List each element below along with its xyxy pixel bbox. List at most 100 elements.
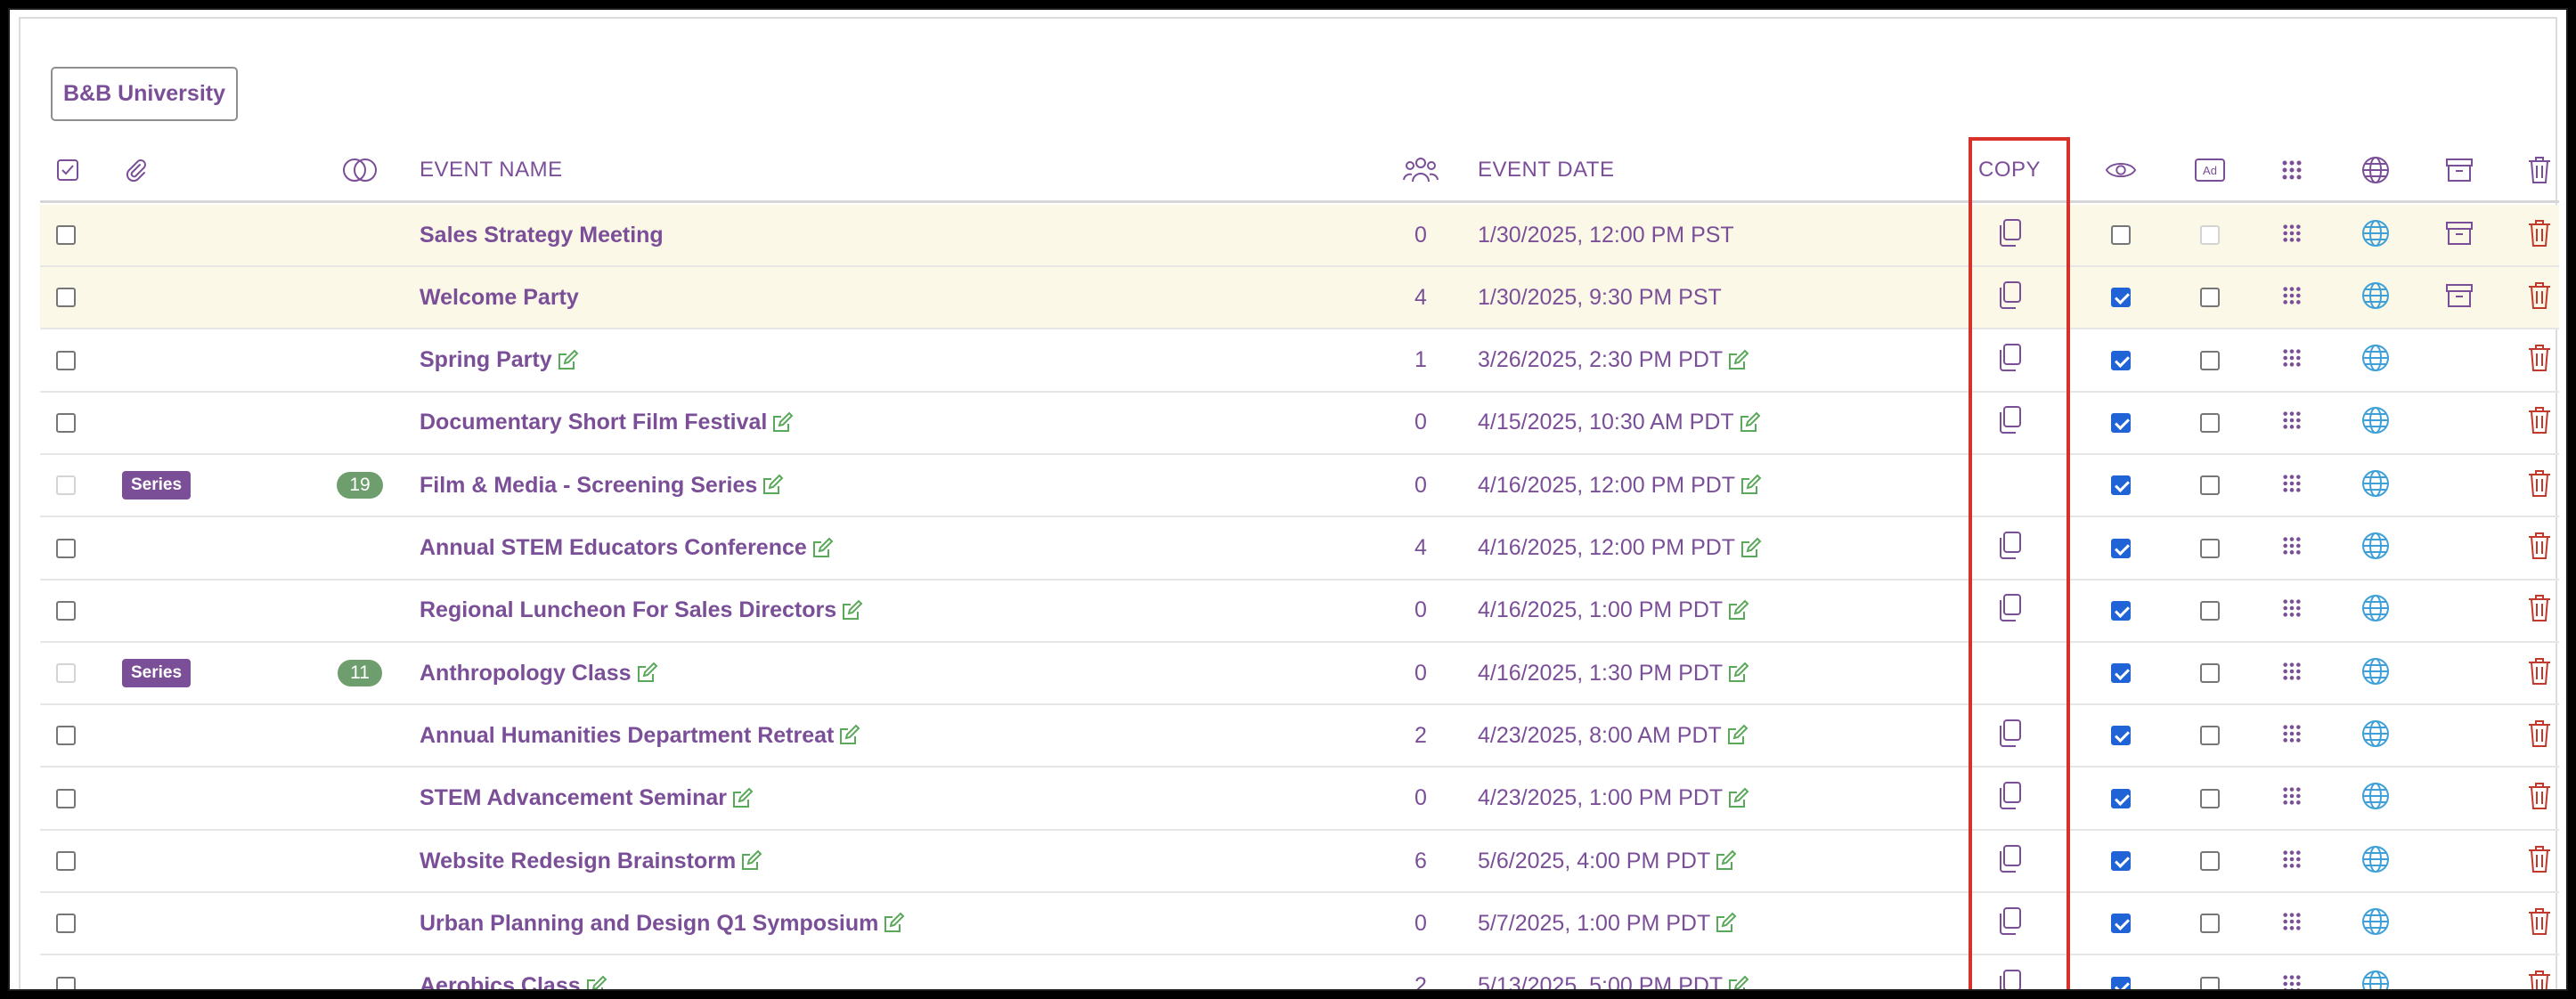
- row-select-checkbox[interactable]: [56, 412, 76, 433]
- ad-checkbox[interactable]: [2200, 538, 2220, 558]
- attendee-count[interactable]: 0: [1414, 410, 1427, 435]
- archive-icon[interactable]: [2445, 221, 2474, 250]
- globe-icon[interactable]: [2361, 219, 2390, 252]
- row-select-checkbox[interactable]: [56, 350, 76, 370]
- edit-icon[interactable]: [736, 849, 762, 873]
- globe-icon[interactable]: [2361, 719, 2390, 752]
- attendee-count[interactable]: 4: [1414, 285, 1427, 311]
- trash-icon[interactable]: [2527, 657, 2552, 690]
- globe-icon[interactable]: [2361, 532, 2390, 564]
- select-all-icon[interactable]: [56, 139, 79, 200]
- visible-checkbox[interactable]: [2111, 350, 2131, 370]
- globe-icon[interactable]: [2361, 406, 2390, 439]
- series-count-pill[interactable]: 11: [338, 660, 382, 687]
- globe-icon[interactable]: [2361, 594, 2390, 627]
- copy-icon[interactable]: [1996, 218, 2023, 253]
- row-select-checkbox[interactable]: [56, 726, 76, 746]
- edit-icon[interactable]: [1710, 912, 1737, 935]
- event-name-link[interactable]: Annual Humanities Department Retreat: [420, 723, 834, 749]
- copy-icon[interactable]: [1996, 343, 2023, 378]
- event-name-link[interactable]: Anthropology Class: [420, 661, 632, 686]
- edit-icon[interactable]: [581, 975, 607, 989]
- event-name-link[interactable]: Sales Strategy Meeting: [420, 223, 664, 248]
- ad-checkbox[interactable]: [2200, 288, 2220, 308]
- grid-dots-icon[interactable]: [2282, 974, 2302, 989]
- edit-icon[interactable]: [878, 912, 905, 935]
- row-select-checkbox[interactable]: [56, 851, 76, 871]
- globe-icon[interactable]: [2361, 845, 2390, 878]
- trash-icon[interactable]: [2527, 907, 2552, 940]
- event-date-header[interactable]: EVENT DATE: [1478, 139, 1614, 200]
- event-name-link[interactable]: Annual STEM Educators Conference: [420, 535, 807, 561]
- copy-icon[interactable]: [1996, 781, 2023, 816]
- trash-icon[interactable]: [2527, 532, 2552, 564]
- visible-checkbox[interactable]: [2111, 663, 2131, 684]
- edit-icon[interactable]: [1723, 662, 1749, 685]
- attendee-count[interactable]: 0: [1414, 785, 1427, 811]
- grid-dots-icon[interactable]: [2282, 598, 2302, 622]
- row-select-checkbox[interactable]: [56, 788, 76, 808]
- edit-icon[interactable]: [1710, 849, 1737, 873]
- edit-icon[interactable]: [1735, 474, 1762, 497]
- row-select-checkbox[interactable]: [56, 976, 76, 989]
- attendee-count[interactable]: 0: [1414, 597, 1427, 623]
- globe-icon[interactable]: [2361, 907, 2390, 940]
- copy-icon[interactable]: [1996, 844, 2023, 879]
- trash-icon[interactable]: [2527, 344, 2552, 377]
- ad-checkbox[interactable]: [2200, 475, 2220, 496]
- edit-icon[interactable]: [836, 599, 863, 622]
- grid-dots-icon[interactable]: [2282, 348, 2302, 372]
- trash-icon[interactable]: [2527, 219, 2552, 252]
- ad-checkbox[interactable]: [2200, 600, 2220, 621]
- row-select-checkbox[interactable]: [56, 225, 76, 245]
- series-count-pill[interactable]: 19: [337, 472, 383, 500]
- ad-checkbox[interactable]: [2200, 851, 2220, 871]
- attendee-count[interactable]: 1: [1414, 347, 1427, 373]
- visible-checkbox[interactable]: [2111, 914, 2131, 934]
- grid-dots-icon[interactable]: [2282, 536, 2302, 560]
- attendee-count[interactable]: 4: [1414, 535, 1427, 561]
- trash-icon[interactable]: [2527, 281, 2552, 314]
- row-select-checkbox[interactable]: [56, 600, 76, 621]
- visible-checkbox[interactable]: [2111, 726, 2131, 746]
- edit-icon[interactable]: [757, 474, 784, 497]
- event-name-link[interactable]: Aerobics Class: [420, 973, 581, 989]
- row-select-checkbox[interactable]: [56, 288, 76, 308]
- globe-icon[interactable]: [2361, 970, 2390, 989]
- grid-dots-icon[interactable]: [2282, 786, 2302, 810]
- grid-dots-icon[interactable]: [2282, 724, 2302, 748]
- attendee-count[interactable]: 2: [1414, 723, 1427, 749]
- event-name-link[interactable]: Urban Planning and Design Q1 Symposium: [420, 911, 878, 937]
- copy-icon[interactable]: [1996, 531, 2023, 565]
- trash-icon[interactable]: [2527, 970, 2552, 989]
- visible-checkbox[interactable]: [2111, 600, 2131, 621]
- grid-dots-icon[interactable]: [2282, 912, 2302, 936]
- ad-checkbox[interactable]: [2200, 914, 2220, 934]
- globe-icon[interactable]: [2361, 657, 2390, 690]
- globe-icon[interactable]: [2361, 344, 2390, 377]
- edit-icon[interactable]: [727, 787, 754, 810]
- visible-checkbox[interactable]: [2111, 788, 2131, 808]
- archive-icon[interactable]: [2445, 283, 2474, 313]
- edit-icon[interactable]: [632, 662, 658, 685]
- event-name-link[interactable]: Spring Party: [420, 347, 552, 373]
- edit-icon[interactable]: [1723, 787, 1749, 810]
- grid-dots-icon[interactable]: [2282, 662, 2302, 686]
- copy-icon[interactable]: [1996, 593, 2023, 628]
- visible-checkbox[interactable]: [2111, 225, 2131, 245]
- trash-icon[interactable]: [2527, 406, 2552, 439]
- ad-checkbox[interactable]: [2200, 350, 2220, 370]
- edit-icon[interactable]: [1722, 724, 1749, 747]
- edit-icon[interactable]: [552, 349, 579, 372]
- edit-icon[interactable]: [1723, 349, 1749, 372]
- copy-icon[interactable]: [1996, 719, 2023, 753]
- copy-icon[interactable]: [1996, 280, 2023, 315]
- trash-icon[interactable]: [2527, 782, 2552, 815]
- ad-checkbox[interactable]: [2200, 412, 2220, 433]
- attendee-count[interactable]: 0: [1414, 911, 1427, 937]
- event-name-header[interactable]: EVENT NAME: [420, 139, 563, 200]
- edit-icon[interactable]: [807, 537, 834, 560]
- attendee-count[interactable]: 0: [1414, 223, 1427, 248]
- ad-checkbox[interactable]: [2200, 663, 2220, 684]
- organization-button[interactable]: B&B University: [51, 67, 238, 121]
